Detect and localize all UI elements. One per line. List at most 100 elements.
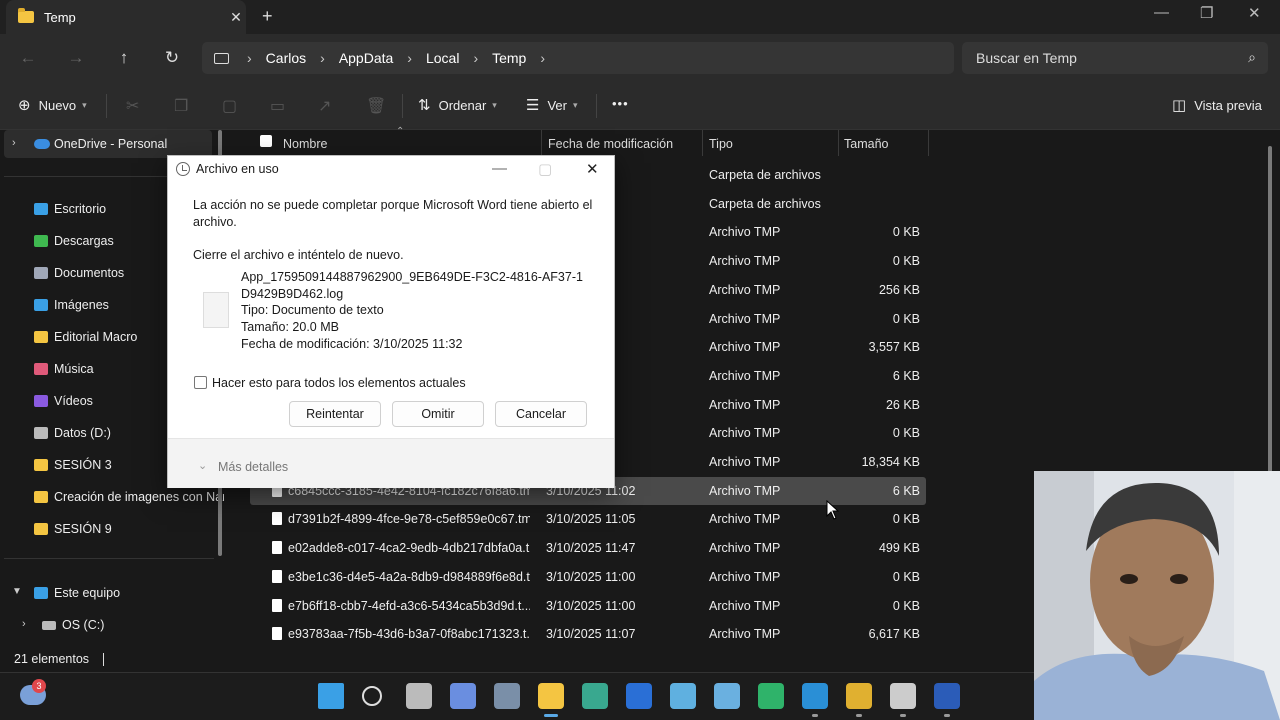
file-explorer-icon[interactable] [538, 683, 564, 709]
sidebar-item-label: SESIÓN 3 [54, 458, 112, 472]
paste-icon[interactable]: ▢ [222, 96, 237, 116]
back-button[interactable]: ← [14, 44, 42, 72]
file-type-cell: Archivo TMP [709, 541, 781, 556]
file-name-cell: e3be1c36-d4e5-4a2a-8db9-d984889f6e8d.t..… [288, 569, 530, 584]
chevron-down-icon[interactable]: ⌄ [198, 459, 207, 472]
view-icon: ☰ [526, 97, 540, 114]
paint-icon[interactable] [714, 683, 740, 709]
chevron-right-icon[interactable]: › [22, 618, 26, 630]
tab-close-icon[interactable]: ✕ [226, 9, 246, 26]
more-options-button[interactable]: ••• [612, 96, 629, 111]
file-date-cell: 3/10/2025 11:00 [546, 569, 636, 584]
delete-icon[interactable]: 🗑 [366, 96, 386, 116]
tab-temp[interactable]: Temp ✕ [6, 0, 246, 34]
more-details-button[interactable]: Más detalles [218, 460, 288, 474]
chevron-right-icon[interactable]: › [12, 137, 16, 149]
sort-icon: ⇅ [418, 97, 431, 114]
chevron-down-icon[interactable]: ▼ [12, 586, 22, 597]
table-row[interactable]: e02adde8-c017-4ca2-9edb-4db217dbfa0a.t..… [250, 534, 926, 562]
select-all-checkbox[interactable] [260, 135, 272, 155]
sort-button[interactable]: ⇅ Ordenar ▾ [418, 96, 497, 114]
restore-button[interactable]: ❐ [1200, 4, 1213, 22]
breadcrumb-appdata[interactable]: AppData [339, 50, 393, 66]
file-icon [272, 598, 282, 612]
table-row[interactable]: e3be1c36-d4e5-4a2a-8db9-d984889f6e8d.t..… [250, 563, 926, 591]
file-size-cell: 499 KB [878, 541, 920, 556]
visual-studio-icon[interactable] [626, 683, 652, 709]
close-window-button[interactable]: ✕ [1248, 4, 1261, 22]
preview-pane-button[interactable]: ◫ Vista previa [1172, 96, 1262, 114]
folder-icon [18, 8, 34, 23]
file-icon [272, 512, 282, 526]
file-type-cell: Archivo TMP [709, 254, 781, 269]
file-name-cell: e93783aa-7f5b-43d6-b3a7-0f8abc171323.t..… [288, 627, 530, 642]
file-icon [272, 569, 282, 583]
sidebar-item-label: SESIÓN 9 [54, 522, 112, 536]
forward-button[interactable]: → [62, 44, 90, 72]
calculator-icon[interactable] [494, 683, 520, 709]
running-indicator [944, 714, 950, 717]
chrome-icon[interactable] [846, 683, 872, 709]
chevron-right-icon[interactable]: › [540, 50, 545, 66]
breadcrumb-local[interactable]: Local [426, 50, 459, 66]
table-row[interactable]: e7b6ff18-cbb7-4efd-a3c6-5434ca5b3d9d.t..… [250, 592, 926, 620]
rename-icon[interactable]: ▭ [270, 96, 285, 116]
up-button[interactable]: ↑ [110, 44, 138, 72]
task-view-icon[interactable] [406, 683, 432, 709]
file-size-cell: 0 KB [892, 225, 920, 240]
apply-all-label[interactable]: Hacer esto para todos los elementos actu… [212, 375, 466, 392]
file-type-cell: Archivo TMP [709, 512, 781, 527]
new-button[interactable]: ⊕ Nuevo ▾ [18, 96, 87, 114]
table-row[interactable]: e93783aa-7f5b-43d6-b3a7-0f8abc171323.t..… [250, 620, 926, 648]
column-header-name[interactable]: Nombre [283, 137, 327, 157]
apply-all-checkbox[interactable] [194, 376, 207, 389]
sidebar-item-onedrive[interactable]: › OneDrive - Personal [4, 130, 212, 158]
column-header-size[interactable]: Tamaño [844, 137, 888, 157]
sidebar-item-label: Documentos [54, 266, 125, 280]
obs-icon[interactable] [890, 683, 916, 709]
breadcrumb-carlos[interactable]: Carlos [266, 50, 306, 66]
column-divider[interactable] [541, 130, 542, 156]
file-icon [272, 541, 282, 555]
refresh-button[interactable]: ↻ [158, 44, 186, 72]
column-divider[interactable] [838, 130, 839, 156]
breadcrumb-temp[interactable]: Temp [492, 50, 526, 66]
dialog-minimize-button[interactable]: — [492, 160, 507, 177]
column-divider[interactable] [928, 130, 929, 156]
copilot-icon[interactable] [450, 683, 476, 709]
file-type-cell: Archivo TMP [709, 340, 781, 355]
start-icon[interactable] [318, 683, 344, 709]
share-icon[interactable]: ↗ [318, 96, 331, 116]
sidebar-item-label: Editorial Macro [54, 330, 138, 344]
camtasia-icon[interactable] [758, 683, 784, 709]
cut-icon[interactable]: ✂ [126, 96, 139, 116]
retry-button[interactable]: Reintentar [289, 401, 381, 427]
teams-icon[interactable] [582, 683, 608, 709]
drive-icon [34, 427, 48, 439]
edge-icon[interactable] [802, 683, 828, 709]
search-input[interactable]: Buscar en Temp [976, 50, 1077, 66]
column-header-date[interactable]: Fecha de modificación [548, 137, 673, 157]
skip-button[interactable]: Omitir [392, 401, 484, 427]
file-name-cell: e7b6ff18-cbb7-4efd-a3c6-5434ca5b3d9d.t..… [288, 598, 530, 613]
sidebar-item-os-drive[interactable]: OS (C:) [42, 615, 232, 635]
column-divider[interactable] [702, 130, 703, 156]
notepad-icon[interactable] [670, 683, 696, 709]
new-tab-button[interactable]: + [262, 6, 273, 27]
search-box[interactable]: Buscar en Temp ⌕ [962, 42, 1268, 74]
dialog-close-button[interactable]: ✕ [586, 160, 599, 178]
table-row[interactable]: d7391b2f-4899-4fce-9e78-c5ef859e0c67.tmp… [250, 505, 926, 533]
sidebar-item-9[interactable]: Creación de imagenes con Nar [34, 487, 224, 507]
word-icon[interactable] [934, 683, 960, 709]
file-size-cell: 0 KB [892, 311, 920, 326]
column-header-type[interactable]: Tipo [709, 137, 733, 157]
sidebar-item-this-pc[interactable]: Este equipo [34, 583, 224, 603]
view-button[interactable]: ☰ Ver ▾ [526, 96, 578, 114]
file-type-cell: Archivo TMP [709, 311, 781, 326]
minimize-button[interactable]: — [1154, 4, 1169, 21]
search-icon[interactable] [362, 686, 382, 706]
copy-icon[interactable]: ❐ [174, 96, 188, 116]
cancel-button[interactable]: Cancelar [495, 401, 587, 427]
sidebar-item-10[interactable]: SESIÓN 9 [34, 519, 224, 539]
address-bar[interactable]: › Carlos › AppData › Local › Temp › [202, 42, 954, 74]
